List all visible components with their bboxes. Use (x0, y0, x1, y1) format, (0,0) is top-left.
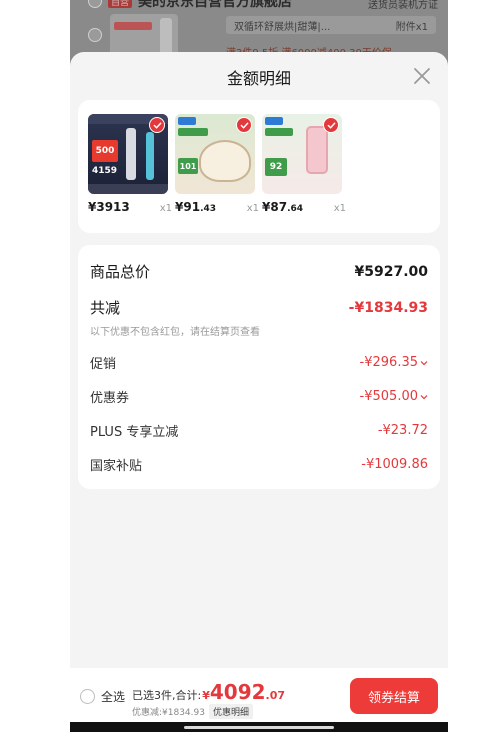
price-integer: ¥87 (262, 200, 288, 214)
total-price-label: 商品总价 (90, 263, 151, 281)
coupon-label: 优惠券 (90, 391, 130, 406)
amount-detail-sheet: 金额明细 500 4159 ¥3913 x1 101 ¥91.43 x1 92 … (70, 52, 448, 722)
promotion-value: -¥296.35 (360, 355, 428, 370)
background-item-radio (88, 28, 102, 42)
currency-symbol: ¥ (202, 689, 210, 702)
background-shop-tag: 自营 (108, 0, 133, 8)
discount-detail-link[interactable]: 优惠明细 (208, 704, 253, 719)
product-price: ¥87.64 (262, 200, 303, 214)
checkout-bar: 全选 已选3件,合计: ¥ 4092 .07 优惠减:¥1834.93 优惠明细… (70, 668, 448, 722)
product-item-2[interactable]: 101 ¥91.43 x1 (175, 114, 259, 214)
background-service-text: 送货员装机方证 (368, 0, 438, 11)
close-button[interactable] (412, 66, 432, 86)
image-green-label (265, 128, 293, 136)
national-subsidy-value: -¥1009.86 (361, 457, 428, 472)
promotion-row[interactable]: 促销 -¥296.35 (90, 353, 428, 372)
background-variant-text: 双循环舒展烘|甜薄|... (234, 21, 331, 33)
selected-count-text: 已选3件,合计: (132, 689, 202, 702)
image-tower-blue (146, 132, 154, 180)
total-reduction-row: 共减 -¥1834.93 (90, 297, 428, 318)
products-card: 500 4159 ¥3913 x1 101 ¥91.43 x1 92 ¥87.6… (78, 100, 440, 233)
total-price-value: ¥5927.00 (354, 263, 428, 280)
image-price-text: 4159 (92, 166, 118, 176)
image-price-box: 92 (265, 158, 287, 176)
product-image-rice-cooker: 101 (175, 114, 255, 194)
product-meta-2: ¥91.43 x1 (175, 200, 259, 214)
background-shop-name: 美的京东自营官方旗舰店 (138, 0, 293, 10)
national-subsidy-label: 国家补贴 (90, 459, 143, 474)
discount-note: 以下优惠不包含红包，请在结算页查看 (90, 327, 260, 338)
coupon-amount: -¥505.00 (359, 389, 418, 404)
image-green-label (178, 128, 208, 136)
product-quantity: x1 (159, 203, 172, 214)
product-image-blender: 92 (262, 114, 342, 194)
screen: 自营 美的京东自营官方旗舰店 送货员装机方证 双循环舒展烘|甜薄|... 附件x… (0, 0, 500, 732)
product-meta-3: ¥87.64 x1 (262, 200, 346, 214)
total-price-row: 商品总价 ¥5927.00 (90, 261, 428, 282)
promotion-label: 促销 (90, 357, 117, 372)
chevron-down-icon (420, 360, 428, 365)
product-price: ¥91.43 (175, 200, 216, 214)
national-subsidy-row: 国家补贴 -¥1009.86 (90, 455, 428, 474)
price-decimal: .64 (287, 204, 304, 214)
image-blender-cup (306, 126, 328, 174)
select-all-toggle[interactable]: 全选 (80, 688, 125, 705)
image-brand-tag (178, 117, 196, 125)
background-thumb-tag (114, 22, 152, 30)
discount-amount-text: 优惠减:¥1834.93 (132, 708, 205, 718)
image-price-box: 101 (178, 158, 198, 174)
background-accessory-text: 附件x1 (395, 21, 428, 33)
product-quantity: x1 (333, 203, 346, 214)
image-price-badge: 500 (92, 140, 118, 162)
price-summary-card: 商品总价 ¥5927.00 共减 -¥1834.93 以下优惠不包含红包，请在结… (78, 245, 440, 489)
plus-discount-row: PLUS 专享立减 -¥23.72 (90, 421, 428, 440)
background-shop-radio (88, 0, 102, 8)
image-brand-tag (265, 117, 283, 125)
product-quantity: x1 (246, 203, 259, 214)
image-cooker-pot (199, 140, 251, 182)
plus-discount-label: PLUS 专享立减 (90, 425, 179, 440)
phone-frame: 自营 美的京东自营官方旗舰店 送货员装机方证 双循环舒展烘|甜薄|... 附件x… (70, 0, 448, 732)
background-shop-row: 自营 美的京东自营官方旗舰店 (88, 0, 293, 10)
selected-total: 已选3件,合计: ¥ 4092 .07 (132, 680, 285, 704)
plus-discount-value: -¥23.72 (377, 423, 428, 438)
price-integer: ¥91 (175, 200, 201, 214)
selected-check-icon (236, 117, 252, 133)
background-cart: 自营 美的京东自营官方旗舰店 送货员装机方证 双循环舒展烘|甜薄|... 附件x… (70, 0, 448, 60)
image-tower-white (126, 128, 136, 180)
total-reduction-value: -¥1834.93 (348, 299, 428, 316)
product-image-air-conditioner: 500 4159 (88, 114, 168, 194)
chevron-down-icon (420, 394, 428, 399)
total-reduction-label: 共减 (90, 299, 121, 317)
selected-check-icon (323, 117, 339, 133)
system-home-bar (70, 722, 448, 732)
image-footer (88, 184, 168, 194)
total-amount-decimal: .07 (265, 689, 286, 702)
total-amount-integer: 4092 (209, 680, 266, 704)
price-decimal: .43 (200, 204, 217, 214)
checkout-button[interactable]: 领券结算 (350, 678, 438, 714)
sheet-title: 金额明细 (226, 69, 291, 88)
product-price: ¥3913 (88, 200, 130, 214)
coupon-row[interactable]: 优惠券 -¥505.00 (90, 387, 428, 406)
coupon-value: -¥505.00 (360, 389, 428, 404)
discount-line: 优惠减:¥1834.93 优惠明细 (132, 704, 253, 719)
product-item-1[interactable]: 500 4159 ¥3913 x1 (88, 114, 172, 214)
background-variant-selector: 双循环舒展烘|甜薄|... 附件x1 (226, 16, 436, 34)
select-all-radio[interactable] (80, 689, 95, 704)
product-item-3[interactable]: 92 ¥87.64 x1 (262, 114, 346, 214)
background-thumb-device (160, 18, 172, 54)
product-meta-1: ¥3913 x1 (88, 200, 172, 214)
select-all-label: 全选 (101, 690, 126, 704)
home-indicator[interactable] (184, 726, 334, 729)
selected-check-icon (149, 117, 165, 133)
close-icon (414, 68, 430, 84)
promotion-amount: -¥296.35 (359, 355, 418, 370)
